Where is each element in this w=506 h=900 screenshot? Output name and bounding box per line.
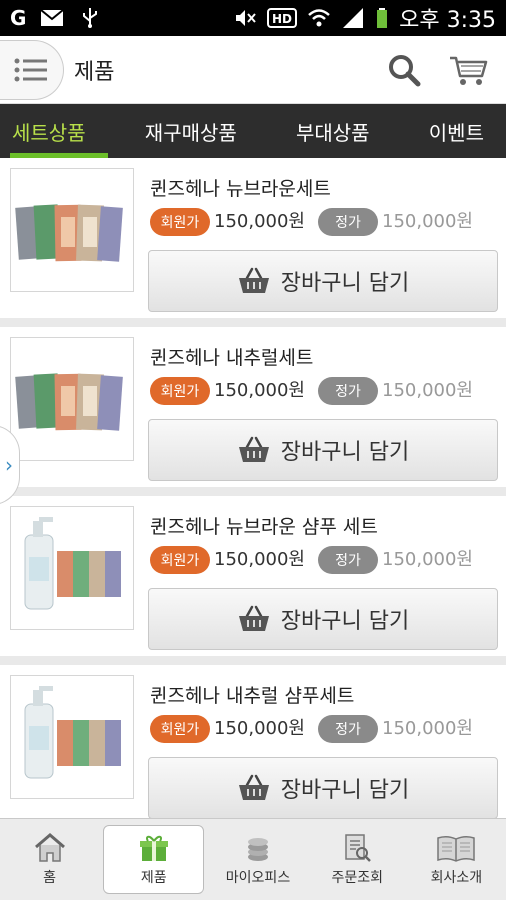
regular-price: 150,000원	[382, 718, 473, 739]
basket-icon	[238, 605, 269, 631]
nav-company-intro[interactable]: 회사소개	[407, 819, 506, 900]
member-price-badge: 회원가	[150, 208, 210, 236]
app-header: 제품	[0, 36, 506, 104]
nav-my-office[interactable]: 마이오피스	[208, 819, 307, 900]
nav-order-lookup-label: 주문조회	[331, 869, 383, 886]
product-name[interactable]: 퀸즈헤나 뉴브라운세트	[150, 174, 331, 201]
regular-price: 150,000원	[382, 549, 473, 570]
add-to-cart-label: 장바구니 담기	[280, 778, 410, 803]
tab-rebuy-products[interactable]: 재구매상품	[145, 104, 237, 158]
home-icon	[34, 832, 65, 862]
product-image[interactable]	[10, 168, 134, 292]
cart-icon[interactable]	[448, 52, 488, 88]
regular-price-badge: 정가	[318, 715, 378, 743]
usb-icon	[83, 8, 98, 28]
add-to-cart-label: 장바구니 담기	[280, 271, 410, 296]
regular-price-badge: 정가	[318, 208, 378, 236]
member-price: 150,000원	[214, 549, 305, 570]
basket-icon	[238, 267, 269, 293]
nav-home-label: 홈	[43, 869, 57, 886]
gift-icon	[139, 835, 168, 861]
add-to-cart-button[interactable]: 장바구니 담기	[148, 757, 498, 818]
product-image[interactable]	[10, 506, 134, 630]
add-to-cart-button[interactable]: 장바구니 담기	[148, 588, 498, 650]
app-screen: G HD 오후 3:35 제품 세트상품 재구매상품 부대상품 이벤트 퀸즈헤나…	[0, 0, 506, 900]
basket-icon	[238, 774, 269, 800]
mail-icon	[40, 9, 65, 26]
svg-text:HD: HD	[272, 12, 292, 26]
status-bar: G HD 오후 3:35	[0, 0, 506, 36]
nav-products-label: 제품	[140, 869, 167, 886]
wifi-icon	[308, 9, 330, 27]
product-card: 퀸즈헤나 뉴브라운세트 회원가 150,000원 정가 150,000원 장바구…	[0, 158, 506, 318]
hd-icon: HD	[267, 8, 298, 28]
mute-icon	[236, 10, 256, 26]
signal-icon	[343, 8, 364, 28]
regular-price-badge: 정가	[318, 546, 378, 574]
product-name[interactable]: 퀸즈헤나 내추럴세트	[150, 343, 313, 370]
add-to-cart-label: 장바구니 담기	[280, 609, 410, 634]
nav-my-office-label: 마이오피스	[225, 869, 291, 886]
product-card: 퀸즈헤나 내추럴 샴푸세트 회원가 150,000원 정가 150,000원 장…	[0, 665, 506, 818]
category-tabs: 세트상품 재구매상품 부대상품 이벤트	[0, 104, 506, 158]
product-name[interactable]: 퀸즈헤나 내추럴 샴푸세트	[150, 681, 354, 708]
status-time: 오후 3:35	[399, 8, 496, 33]
product-card: 퀸즈헤나 뉴브라운 샴푸 세트 회원가 150,000원 정가 150,000원…	[0, 496, 506, 656]
book-icon	[437, 835, 476, 862]
nav-company-intro-label: 회사소개	[430, 869, 483, 886]
add-to-cart-button[interactable]: 장바구니 담기	[148, 250, 498, 312]
page-title: 제품	[74, 59, 115, 85]
member-price: 150,000원	[214, 380, 305, 401]
tab-event[interactable]: 이벤트	[429, 104, 484, 158]
nav-home[interactable]: 홈	[0, 819, 99, 900]
regular-price: 150,000원	[382, 380, 473, 401]
nav-order-lookup[interactable]: 주문조회	[308, 819, 407, 900]
product-image[interactable]	[10, 337, 134, 461]
tab-accessory-products[interactable]: 부대상품	[296, 104, 370, 158]
member-price: 150,000원	[214, 718, 305, 739]
member-price-badge: 회원가	[150, 546, 210, 574]
add-to-cart-button[interactable]: 장바구니 담기	[148, 419, 498, 481]
carrier-icon: G	[10, 6, 27, 30]
member-price: 150,000원	[214, 211, 305, 232]
regular-price: 150,000원	[382, 211, 473, 232]
member-price-badge: 회원가	[150, 715, 210, 743]
product-name[interactable]: 퀸즈헤나 뉴브라운 샴푸 세트	[150, 512, 378, 539]
menu-button[interactable]	[0, 39, 64, 100]
regular-price-badge: 정가	[318, 377, 378, 405]
nav-products[interactable]: 제품	[103, 825, 205, 894]
product-image[interactable]	[10, 675, 134, 799]
status-left: G	[10, 6, 102, 30]
header-actions	[386, 52, 506, 88]
menu-icon	[14, 58, 47, 81]
status-right: HD 오후 3:35	[233, 2, 496, 34]
order-search-icon	[345, 833, 372, 862]
tab-set-products[interactable]: 세트상품	[10, 104, 108, 158]
add-to-cart-label: 장바구니 담기	[280, 440, 410, 465]
bottom-nav: 홈 제품 마이오피스 주문조회 회사소개	[0, 818, 506, 900]
battery-icon	[377, 8, 388, 28]
coins-icon	[248, 837, 268, 861]
product-list[interactable]: 퀸즈헤나 뉴브라운세트 회원가 150,000원 정가 150,000원 장바구…	[0, 158, 506, 818]
search-icon[interactable]	[386, 52, 422, 88]
member-price-badge: 회원가	[150, 377, 210, 405]
product-card: 퀸즈헤나 내추럴세트 회원가 150,000원 정가 150,000원 장바구니…	[0, 327, 506, 487]
basket-icon	[238, 436, 269, 462]
chevron-right-icon: ›	[5, 453, 13, 477]
